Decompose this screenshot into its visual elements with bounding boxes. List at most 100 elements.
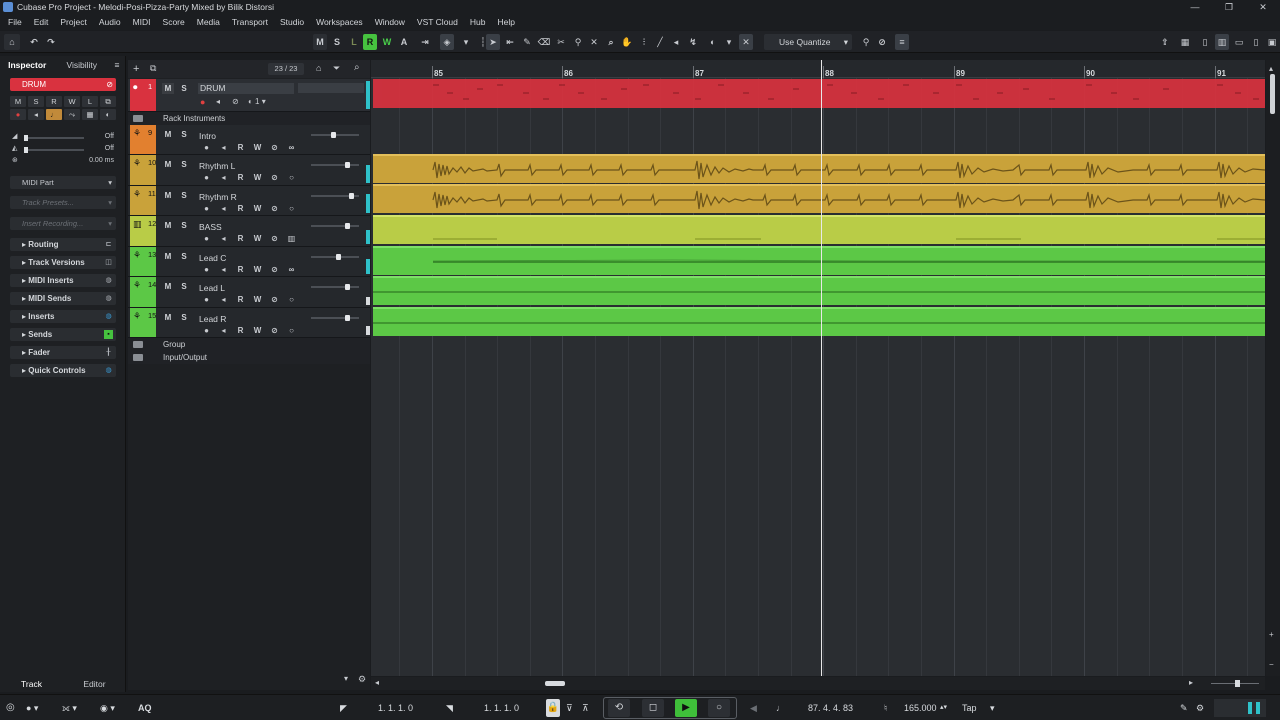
inspector-edit-button[interactable]: ⧉	[100, 96, 116, 107]
insert-recording-dropdown[interactable]: Insert Recording... ▾	[10, 217, 116, 230]
audio-event-rhythm-r[interactable]	[373, 184, 1265, 213]
menu-vst-cloud[interactable]: VST Cloud	[411, 17, 464, 27]
edit-instrument-icon[interactable]: ⊘	[268, 234, 281, 244]
edit-instrument-icon[interactable]: ⊘	[106, 78, 113, 91]
track-volume-slider[interactable]	[311, 223, 359, 229]
folder-group[interactable]: Group	[128, 338, 370, 351]
inspector-lock-button[interactable]: L	[82, 96, 98, 107]
event-display[interactable]: 85 86 87 88 89 90 91	[371, 60, 1265, 676]
record-enable-button[interactable]: ●	[200, 234, 213, 244]
minimize-button[interactable]: —	[1178, 0, 1212, 14]
mute-button[interactable]: M	[162, 281, 174, 292]
record-button[interactable]: ○	[708, 699, 730, 717]
audio-event-lead-l[interactable]	[373, 276, 1265, 305]
hand-tool-icon[interactable]: ✋	[620, 34, 634, 50]
track-name[interactable]: DRUM	[198, 83, 294, 94]
record-enable-button[interactable]: ●	[200, 97, 205, 107]
tempo-track-icon[interactable]: ♮	[884, 701, 887, 715]
write-button[interactable]: W	[251, 234, 264, 244]
solo-button[interactable]: S	[178, 83, 190, 94]
punch-out-icon[interactable]: ⊼	[582, 701, 589, 715]
snap-icon[interactable]: ◈	[440, 34, 454, 50]
menu-window[interactable]: Window	[369, 17, 411, 27]
chevron-down-icon[interactable]: ▾	[344, 674, 348, 683]
inspector-lane-icon[interactable]: ⤳	[64, 109, 80, 120]
cycle-record-dropdown[interactable]: ◉ ▾	[100, 701, 115, 715]
inspector-menu-icon[interactable]: ≡	[109, 56, 125, 74]
inspector-freeze-icon[interactable]: ◐	[100, 109, 116, 120]
export-icon[interactable]: ⇪	[1158, 34, 1172, 50]
zoom-tool-icon[interactable]: ⌕	[604, 34, 618, 50]
edit-instrument-icon[interactable]: ⊘	[268, 326, 281, 336]
monitor-button[interactable]: ◂	[217, 173, 230, 183]
zoom-in-vertical-icon[interactable]: +	[1269, 630, 1274, 639]
line-tool-icon[interactable]: ╱	[653, 34, 667, 50]
section-sends[interactable]: ▸ Sends ▪	[10, 328, 116, 341]
midi-part-drum[interactable]	[373, 79, 1265, 108]
read-automation-button[interactable]: R	[363, 34, 377, 50]
inspector-grid-icon[interactable]: ▦	[82, 109, 98, 120]
mute-button[interactable]: M	[162, 83, 174, 94]
section-routing[interactable]: ▸ Routing ⊏	[10, 238, 116, 251]
folder-rack-instruments[interactable]: Rack Instruments	[128, 112, 370, 125]
scroll-left-icon[interactable]: ◂	[375, 678, 379, 687]
visibility-icon[interactable]: ⌂	[316, 63, 321, 73]
write-button[interactable]: W	[251, 173, 264, 183]
solo-button[interactable]: S	[178, 312, 190, 323]
inspector-pan-slider[interactable]: ◭ Off	[12, 144, 114, 155]
read-button[interactable]: R	[234, 295, 247, 305]
right-locator-field[interactable]: 1. 1. 1. 0	[484, 701, 519, 715]
link-icon[interactable]: ∞	[285, 265, 298, 275]
write-button[interactable]: W	[251, 143, 264, 153]
inspector-solo-button[interactable]: S	[28, 96, 44, 107]
maximize-button[interactable]: ❐	[1212, 0, 1246, 14]
track-lead-l[interactable]: ⚘ 14 M S Lead L ● ◂ R W ⊘ ○	[128, 277, 370, 308]
mute-all-button[interactable]: M	[313, 34, 327, 50]
quantize-panel-icon[interactable]: ≡	[895, 34, 909, 50]
track-volume-slider[interactable]	[311, 132, 359, 138]
link-icon[interactable]: ∞	[285, 143, 298, 153]
mute-button[interactable]: M	[162, 129, 174, 140]
search-icon[interactable]: ⌕	[354, 62, 360, 73]
monitor-button[interactable]: ◂	[217, 295, 230, 305]
record-enable-button[interactable]: ●	[200, 295, 213, 305]
close-button[interactable]: ✕	[1246, 0, 1280, 14]
add-track-icon[interactable]: +	[133, 63, 139, 75]
record-enable-button[interactable]: ●	[200, 204, 213, 214]
solo-button[interactable]: S	[178, 251, 190, 262]
read-button[interactable]: R	[234, 265, 247, 275]
lock-icon[interactable]: 🔒	[546, 699, 560, 717]
inspector-record-button[interactable]: ●	[10, 109, 26, 120]
edit-instrument-icon[interactable]: ⊘	[268, 265, 281, 275]
inspector-track-name[interactable]: DRUM ⊘	[10, 78, 116, 91]
freeze-icon[interactable]: ○	[285, 326, 298, 336]
mute-button[interactable]: M	[162, 220, 174, 231]
pencil-icon[interactable]: ✎	[1180, 701, 1188, 715]
layout-full-icon[interactable]: ▣	[1265, 34, 1279, 50]
gear-icon[interactable]: ⚙	[358, 674, 366, 685]
left-locator-icon[interactable]: ◤	[340, 701, 347, 715]
menu-edit[interactable]: Edit	[28, 17, 55, 27]
inspector-delay-field[interactable]: ⊛ 0.00 ms	[12, 156, 114, 167]
track-volume-slider[interactable]	[311, 193, 359, 199]
section-midi-sends[interactable]: ▸ MIDI Sends ◍	[10, 292, 116, 305]
inspector-mute-button[interactable]: M	[10, 96, 26, 107]
stop-button[interactable]: ◻	[642, 699, 664, 717]
freeze-icon[interactable]: ○	[285, 173, 298, 183]
zoom-out-vertical-icon[interactable]: −	[1269, 660, 1274, 669]
track-lead-c[interactable]: ⚘ 13 M S Lead C ● ◂ R W ⊘ ∞	[128, 247, 370, 277]
object-selection-tool-icon[interactable]: ➤	[486, 34, 500, 50]
solo-button[interactable]: S	[178, 220, 190, 231]
tempo-stepper[interactable]: ▴▾	[940, 701, 947, 715]
color-dropdown[interactable]: ▾	[722, 34, 736, 50]
track-intro[interactable]: ⚘ 9 M S Intro ● ◂ R W ⊘ ∞	[128, 125, 370, 155]
menu-workspaces[interactable]: Workspaces	[310, 17, 369, 27]
lane-icon[interactable]: ◐ 1 ▾	[248, 97, 266, 106]
menu-transport[interactable]: Transport	[226, 17, 274, 27]
punch-in-icon[interactable]: ⊽	[566, 701, 573, 715]
automation-mode-button[interactable]: A	[397, 34, 411, 50]
solo-all-button[interactable]: S	[330, 34, 344, 50]
edit-instrument-icon[interactable]: ⊘	[268, 173, 281, 183]
track-drum[interactable]: ⏺ 1 M S DRUM ● ◂ ⊘ ◐ 1 ▾	[128, 79, 370, 112]
record-mode-dropdown[interactable]: ● ▾	[26, 701, 38, 715]
